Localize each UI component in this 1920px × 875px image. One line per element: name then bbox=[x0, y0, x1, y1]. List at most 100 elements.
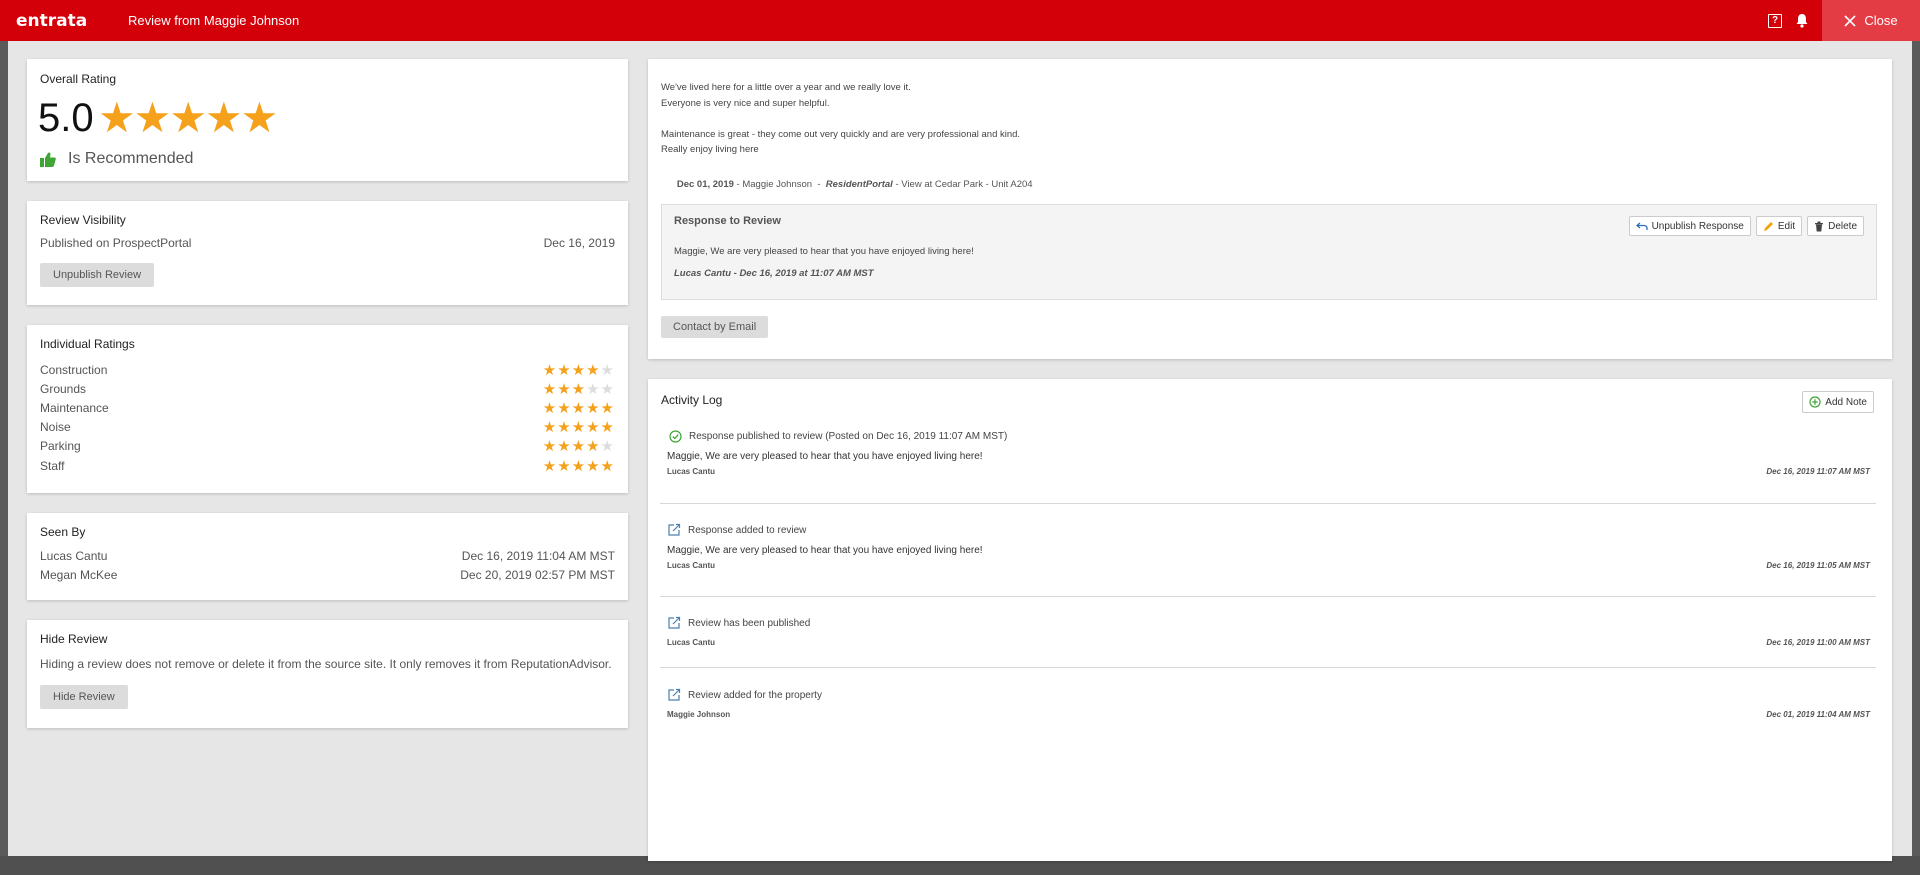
hide-review-description: Hiding a review does not remove or delet… bbox=[40, 657, 612, 671]
star-icon: ★ bbox=[600, 419, 615, 437]
entrata-logo[interactable]: entrata bbox=[16, 11, 112, 31]
activity-log-card: Activity Log Add Note Response published… bbox=[648, 379, 1892, 861]
star-icon: ★ bbox=[586, 361, 601, 379]
hide-review-button[interactable]: Hide Review bbox=[40, 685, 128, 709]
star-icon: ★ bbox=[542, 380, 558, 398]
review-visibility-title: Review Visibility bbox=[40, 213, 126, 227]
add-note-button[interactable]: Add Note bbox=[1802, 391, 1874, 413]
star-icon: ★ bbox=[571, 380, 587, 398]
review-line: Maintenance is great - they come out ver… bbox=[661, 128, 1021, 140]
close-button[interactable]: Close bbox=[1822, 0, 1920, 41]
star-icon: ★ bbox=[600, 361, 615, 379]
response-title: Response to Review bbox=[674, 215, 781, 227]
star-icon: ★ bbox=[557, 361, 572, 379]
delete-button[interactable]: Delete bbox=[1807, 216, 1864, 236]
star-icon: ★ bbox=[600, 438, 615, 456]
rating-row: Construction ★★★★★ bbox=[40, 360, 615, 379]
star-icon: ★ bbox=[133, 94, 172, 141]
log-author: Lucas Cantu bbox=[667, 467, 716, 476]
backdrop-right bbox=[1912, 41, 1920, 875]
overall-stars: ★★★★★ bbox=[98, 93, 278, 142]
hide-review-title: Hide Review bbox=[40, 632, 108, 646]
hide-review-card: Hide Review Hiding a review does not rem… bbox=[27, 620, 628, 728]
review-panel: Overall Rating 5.0 ★★★★★ Is Recommended … bbox=[8, 41, 1912, 861]
log-date: Dec 01, 2019 11:04 AM MST bbox=[1766, 710, 1870, 719]
rating-label: Construction bbox=[40, 362, 108, 377]
help-icon[interactable]: ? bbox=[1768, 13, 1782, 28]
rating-label: Parking bbox=[40, 439, 81, 454]
rating-stars: ★★★★★ bbox=[543, 418, 615, 436]
review-visibility-card: Review Visibility Published on ProspectP… bbox=[27, 201, 628, 305]
star-icon: ★ bbox=[169, 94, 207, 141]
log-item: Review has been published Lucas Cantu De… bbox=[660, 616, 1876, 647]
review-line: Really enjoy living here bbox=[661, 144, 759, 155]
star-icon: ★ bbox=[98, 94, 136, 141]
star-icon: ★ bbox=[542, 419, 558, 437]
log-item: Review added for the property Maggie Joh… bbox=[660, 688, 1876, 719]
bell-icon[interactable] bbox=[1794, 13, 1810, 29]
unpublish-review-button[interactable]: Unpublish Review bbox=[40, 263, 155, 287]
close-label: Close bbox=[1864, 13, 1898, 28]
star-icon: ★ bbox=[557, 380, 572, 398]
log-heading: Response published to review (Posted on … bbox=[689, 431, 1008, 442]
star-icon: ★ bbox=[542, 438, 558, 456]
log-author: Maggie Johnson bbox=[667, 710, 731, 719]
log-message: Maggie, We are very pleased to hear that… bbox=[667, 545, 983, 556]
unpublish-response-button[interactable]: Unpublish Response bbox=[1628, 216, 1751, 236]
close-icon bbox=[1844, 14, 1856, 27]
rating-label: Noise bbox=[40, 420, 71, 435]
rating-row: Staff ★★★★★ bbox=[40, 456, 615, 475]
review-content-card: We've lived here for a little over a yea… bbox=[648, 59, 1892, 359]
seen-by-date: Dec 16, 2019 11:04 AM MST bbox=[461, 549, 615, 563]
individual-ratings-title: Individual Ratings bbox=[40, 337, 135, 351]
response-message: Maggie, We are very pleased to hear that… bbox=[674, 246, 974, 257]
review-line: Everyone is very nice and super helpful. bbox=[661, 97, 830, 109]
edit-button[interactable]: Edit bbox=[1755, 216, 1803, 236]
seen-by-row: Megan McKee Dec 20, 2019 02:57 PM MST bbox=[40, 568, 615, 582]
rating-stars: ★★★★★ bbox=[543, 437, 615, 455]
review-date: Dec 01, 2019 bbox=[676, 179, 734, 190]
trash-icon bbox=[1815, 221, 1824, 231]
unpublish-response-label: Unpublish Response bbox=[1651, 220, 1744, 232]
delete-label: Delete bbox=[1828, 220, 1857, 232]
star-icon: ★ bbox=[571, 361, 587, 379]
log-date: Dec 16, 2019 11:07 AM MST bbox=[1766, 467, 1870, 476]
add-note-label: Add Note bbox=[1825, 396, 1867, 408]
star-icon: ★ bbox=[600, 399, 615, 417]
response-signature: Lucas Cantu - Dec 16, 2019 at 11:07 AM M… bbox=[674, 268, 874, 279]
star-icon: ★ bbox=[600, 380, 615, 398]
review-line: We've lived here for a little over a yea… bbox=[661, 82, 911, 93]
review-author: - Maggie Johnson - bbox=[733, 179, 826, 190]
overall-rating-title: Overall Rating bbox=[40, 72, 117, 86]
star-icon: ★ bbox=[571, 399, 587, 417]
plus-circle-icon bbox=[1809, 396, 1821, 408]
page-title: Review from Maggie Johnson bbox=[128, 13, 300, 28]
star-icon: ★ bbox=[586, 419, 601, 437]
rating-label: Maintenance bbox=[40, 400, 109, 415]
star-icon: ★ bbox=[586, 399, 601, 417]
review-meta: Dec 01, 2019 - Maggie Johnson - Resident… bbox=[661, 168, 1033, 201]
rating-stars: ★★★★★ bbox=[543, 380, 615, 398]
log-heading: Response added to review bbox=[688, 524, 807, 536]
contact-by-email-button[interactable]: Contact by Email bbox=[661, 316, 769, 338]
log-item: Response published to review (Posted on … bbox=[660, 430, 1876, 476]
review-source: ResidentPortal bbox=[825, 179, 893, 190]
star-icon: ★ bbox=[571, 438, 587, 456]
log-divider bbox=[660, 503, 1876, 504]
star-icon: ★ bbox=[557, 438, 572, 456]
log-author: Lucas Cantu bbox=[667, 561, 716, 570]
rating-label: Grounds bbox=[40, 381, 87, 396]
star-icon: ★ bbox=[571, 419, 587, 437]
log-heading: Review has been published bbox=[688, 617, 811, 629]
response-box: Response to Review Unpublish Response Ed… bbox=[661, 204, 1877, 300]
star-icon: ★ bbox=[586, 457, 601, 475]
seen-by-row: Lucas Cantu Dec 16, 2019 11:04 AM MST bbox=[40, 549, 615, 563]
star-icon: ★ bbox=[586, 380, 601, 398]
seen-by-card: Seen By Lucas Cantu Dec 16, 2019 11:04 A… bbox=[27, 513, 628, 600]
edit-label: Edit bbox=[1777, 220, 1796, 232]
overall-score: 5.0 bbox=[38, 96, 94, 140]
star-icon: ★ bbox=[542, 457, 558, 475]
star-icon: ★ bbox=[557, 419, 572, 437]
backdrop-left bbox=[0, 41, 8, 875]
log-message: Maggie, We are very pleased to hear that… bbox=[667, 451, 983, 462]
